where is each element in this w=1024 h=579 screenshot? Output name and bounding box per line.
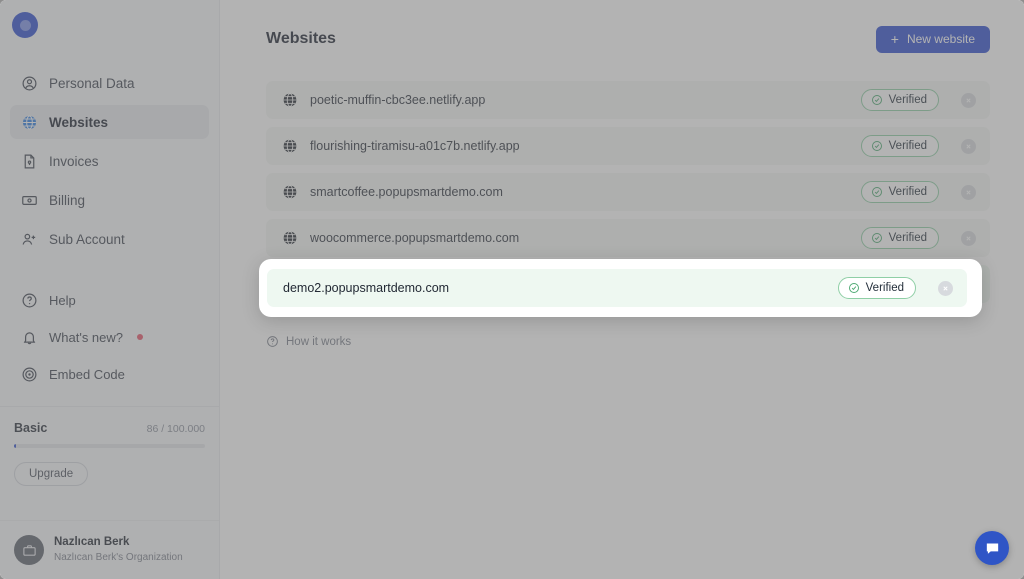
sidebar-item-billing[interactable]: Billing: [10, 183, 209, 217]
sidebar: Personal Data Websites Invoices Billing …: [0, 0, 220, 579]
globe-icon: [20, 113, 38, 131]
status-badge: Verified: [860, 227, 939, 249]
embed-code-icon: [20, 365, 38, 383]
logo-area: [0, 0, 219, 52]
upgrade-button[interactable]: Upgrade: [14, 462, 89, 486]
table-row[interactable]: poetic-muffin-cbc3ee.netlify.app Verifie…: [266, 81, 990, 119]
status-label: Verified: [888, 94, 927, 106]
globe-icon: [282, 184, 298, 200]
check-circle-icon: [848, 283, 859, 293]
website-url: demo2.popupsmartdemo.com: [283, 281, 450, 295]
status-badge: Verified: [860, 89, 939, 111]
sidebar-item-label: Help: [49, 292, 76, 308]
bell-icon: [20, 328, 38, 346]
close-icon: [966, 143, 971, 149]
sidebar-item-label: Sub Account: [49, 231, 125, 247]
plus-icon: +: [890, 31, 899, 47]
table-row[interactable]: flourishing-tiramisu-a01c7b.netlify.app …: [266, 127, 990, 165]
status-badge: Verified: [837, 277, 916, 299]
how-it-works-label: How it works: [286, 335, 352, 348]
sidebar-item-label: Invoices: [49, 153, 99, 169]
plan-summary: Basic 86 / 100.000 Upgrade: [0, 406, 219, 486]
user-organization: Nazlıcan Berk's Organization: [54, 552, 183, 563]
popupsmart-logo-icon[interactable]: [12, 12, 38, 38]
sidebar-item-label: Embed Code: [49, 366, 125, 382]
close-icon: [966, 97, 971, 103]
remove-website-button[interactable]: [961, 184, 976, 200]
question-circle-icon: [267, 336, 278, 347]
close-icon: [966, 235, 971, 241]
sidebar-item-embed-code[interactable]: Embed Code: [10, 358, 209, 390]
page-title: Websites: [266, 30, 336, 47]
website-url: woocommerce.popupsmartdemo.com: [310, 231, 520, 245]
avatar: [14, 535, 44, 565]
page-header: Websites + New website: [266, 22, 990, 56]
status-badge: Verified: [860, 135, 939, 157]
website-url: poetic-muffin-cbc3ee.netlify.app: [310, 93, 486, 107]
close-icon: [943, 285, 948, 291]
status-label: Verified: [888, 232, 927, 244]
sidebar-item-sub-account[interactable]: Sub Account: [10, 222, 209, 256]
remove-website-button[interactable]: [938, 280, 953, 296]
sidebar-item-label: What's new?: [49, 329, 124, 345]
plan-usage: 86 / 100.000: [146, 423, 205, 435]
app-window: Personal Data Websites Invoices Billing …: [0, 0, 1024, 579]
user-name: Nazlıcan Berk: [54, 536, 130, 549]
secondary-navigation: Help What's new? Embed Code Basic 86 / 1…: [0, 284, 219, 492]
sidebar-item-label: Billing: [49, 192, 86, 208]
sidebar-item-invoices[interactable]: Invoices: [10, 144, 209, 178]
check-circle-icon: [871, 187, 882, 197]
chat-bubble-icon: [986, 543, 998, 554]
status-label: Verified: [865, 282, 904, 294]
sidebar-item-label: Websites: [49, 114, 109, 130]
globe-icon: [282, 138, 298, 154]
how-it-works-link[interactable]: How it works: [266, 335, 351, 348]
chat-launcher-button[interactable]: [975, 531, 1009, 565]
remove-website-button[interactable]: [961, 230, 976, 246]
question-circle-icon: [20, 291, 38, 309]
close-icon: [966, 189, 971, 195]
new-website-button[interactable]: + New website: [875, 25, 990, 53]
status-label: Verified: [888, 186, 927, 198]
remove-website-button[interactable]: [961, 92, 976, 108]
user-circle-icon: [20, 74, 38, 92]
status-badge: Verified: [860, 181, 939, 203]
website-url: flourishing-tiramisu-a01c7b.netlify.app: [310, 139, 520, 153]
spotlight-highlighted-website-card[interactable]: demo2.popupsmartdemo.com Verified: [259, 259, 982, 317]
whats-new-badge-dot: [137, 334, 144, 340]
plan-progress-fill: [14, 444, 16, 448]
plan-row: Basic 86 / 100.000: [14, 421, 205, 435]
banknote-icon: [20, 191, 38, 209]
plan-name: Basic: [14, 421, 48, 435]
sidebar-item-personal-data[interactable]: Personal Data: [10, 66, 209, 100]
status-label: Verified: [888, 140, 927, 152]
table-row[interactable]: smartcoffee.popupsmartdemo.com Verified: [266, 173, 990, 211]
user-account[interactable]: Nazlıcan Berk Nazlıcan Berk's Organizati…: [0, 520, 219, 579]
globe-icon: [282, 92, 298, 108]
user-plus-icon: [20, 230, 38, 248]
check-circle-icon: [871, 233, 882, 243]
sidebar-item-websites[interactable]: Websites: [10, 105, 209, 139]
check-circle-icon: [871, 141, 882, 151]
globe-icon: [282, 230, 298, 246]
sidebar-item-label: Personal Data: [49, 75, 135, 91]
document-icon: [20, 152, 38, 170]
plan-progress-bar: [14, 444, 205, 448]
website-url: smartcoffee.popupsmartdemo.com: [310, 185, 503, 199]
sidebar-item-whats-new[interactable]: What's new?: [10, 321, 209, 353]
sidebar-item-help[interactable]: Help: [10, 284, 209, 316]
user-text-block: Nazlıcan Berk Nazlıcan Berk's Organizati…: [54, 535, 183, 564]
logo-inner-dot: [19, 19, 31, 31]
table-row[interactable]: woocommerce.popupsmartdemo.com Verified: [266, 219, 990, 257]
check-circle-icon: [871, 95, 882, 105]
primary-navigation: Personal Data Websites Invoices Billing …: [0, 66, 219, 256]
highlighted-row-inner[interactable]: demo2.popupsmartdemo.com Verified: [267, 269, 967, 315]
new-website-label: New website: [906, 32, 975, 46]
remove-website-button[interactable]: [961, 138, 976, 154]
